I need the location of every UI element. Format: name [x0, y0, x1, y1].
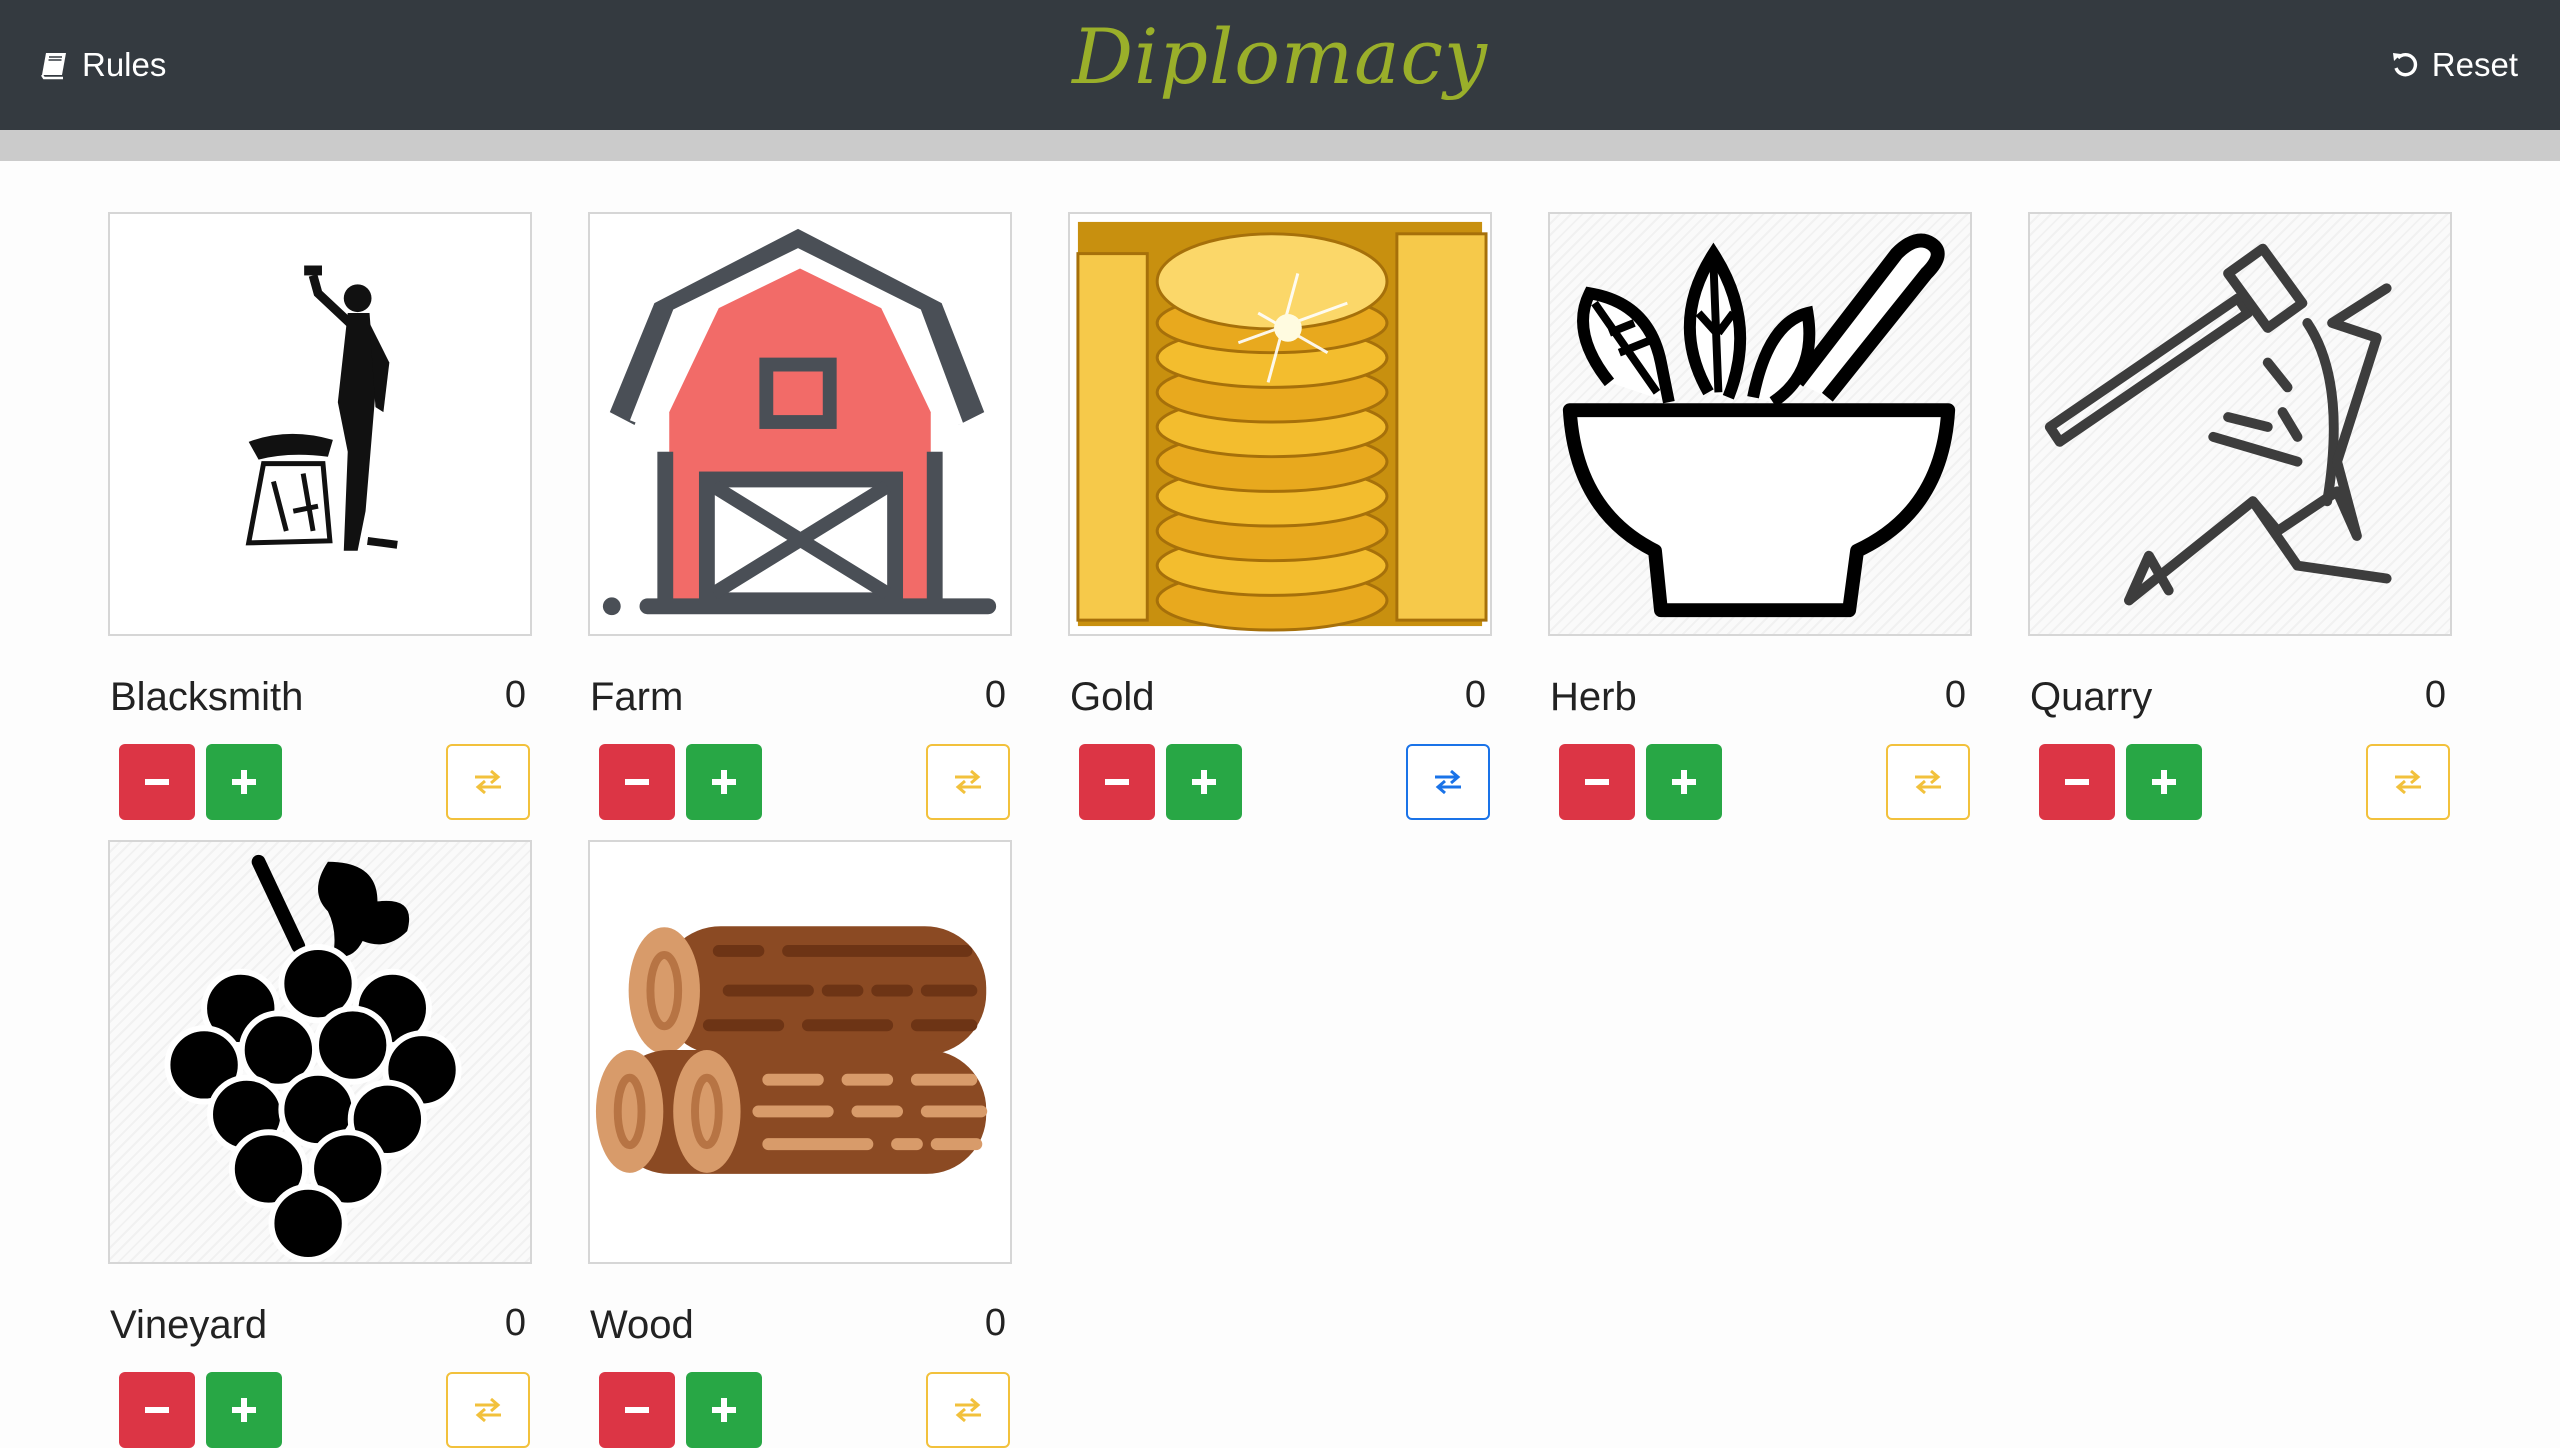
resource-image — [588, 840, 1012, 1264]
resource-count: 0 — [984, 1302, 1006, 1344]
resource-name: Herb — [1550, 675, 1637, 719]
exchange-arrows-icon — [1915, 769, 1941, 795]
minus-icon — [1105, 779, 1129, 785]
increment-button[interactable] — [2126, 744, 2202, 820]
resource-image — [588, 212, 1012, 636]
trade-button[interactable] — [2366, 744, 2450, 820]
plus-icon — [232, 770, 256, 794]
minus-icon — [625, 779, 649, 785]
exchange-arrows-icon — [955, 1397, 981, 1423]
undo-icon — [2392, 53, 2417, 77]
resource-name: Vineyard — [110, 1303, 268, 1347]
decrement-button[interactable] — [599, 1372, 675, 1448]
resource-name: Farm — [590, 675, 684, 719]
exchange-arrows-icon — [955, 769, 981, 795]
decrement-button[interactable] — [2039, 744, 2115, 820]
resource-count: 0 — [984, 674, 1006, 716]
reset-button[interactable]: Reset — [2390, 40, 2518, 90]
trade-button[interactable] — [1406, 744, 1490, 820]
minus-icon — [2065, 779, 2089, 785]
mortar-pestle-herbs-icon — [1562, 233, 1956, 618]
reset-label: Reset — [2431, 46, 2518, 83]
resource-image — [2028, 212, 2452, 636]
trade-button[interactable] — [446, 1372, 530, 1448]
increment-button[interactable] — [686, 1372, 762, 1448]
resource-image — [108, 840, 532, 1264]
plus-icon — [232, 1398, 256, 1422]
increment-button[interactable] — [1646, 744, 1722, 820]
barn-icon — [602, 228, 997, 616]
minus-icon — [1585, 779, 1609, 785]
plus-icon — [712, 770, 736, 794]
trade-button[interactable] — [446, 744, 530, 820]
resource-count: 0 — [504, 674, 526, 716]
resource-name: Quarry — [2030, 675, 2153, 719]
minus-icon — [145, 779, 169, 785]
plus-icon — [1192, 770, 1216, 794]
resource-count: 0 — [1944, 674, 1966, 716]
decrement-button[interactable] — [1559, 744, 1635, 820]
increment-button[interactable] — [206, 744, 282, 820]
resource-count: 0 — [504, 1302, 526, 1344]
trade-button[interactable] — [926, 1372, 1010, 1448]
resource-image — [108, 212, 532, 636]
resource-name: Wood — [590, 1303, 694, 1347]
decrement-button[interactable] — [1079, 744, 1155, 820]
increment-button[interactable] — [686, 744, 762, 820]
pickaxe-rock-icon — [2044, 243, 2392, 606]
resource-image — [1068, 212, 1492, 636]
top-navbar: Rules Diplomacy Reset — [0, 0, 2560, 130]
brand-title: Diplomacy — [1072, 12, 1488, 101]
logs-icon — [595, 926, 988, 1174]
decrement-button[interactable] — [599, 744, 675, 820]
exchange-arrows-icon — [475, 769, 501, 795]
grapes-icon — [164, 854, 462, 1262]
plus-icon — [712, 1398, 736, 1422]
trade-button[interactable] — [926, 744, 1010, 820]
decrement-button[interactable] — [119, 744, 195, 820]
exchange-arrows-icon — [1435, 769, 1461, 795]
blacksmith-icon — [245, 265, 398, 551]
resource-count: 0 — [2424, 674, 2446, 716]
resource-name: Gold — [1070, 675, 1155, 719]
resource-name: Blacksmith — [110, 675, 304, 719]
resource-image — [1548, 212, 1972, 636]
plus-icon — [2152, 770, 2176, 794]
minus-icon — [625, 1407, 649, 1413]
resource-count: 0 — [1464, 674, 1486, 716]
minus-icon — [145, 1407, 169, 1413]
gold-coins-icon — [1070, 214, 1490, 634]
plus-icon — [1672, 770, 1696, 794]
trade-button[interactable] — [1886, 744, 1970, 820]
decrement-button[interactable] — [119, 1372, 195, 1448]
increment-button[interactable] — [206, 1372, 282, 1448]
exchange-arrows-icon — [2395, 769, 2421, 795]
exchange-arrows-icon — [475, 1397, 501, 1423]
sub-header-bar — [0, 130, 2560, 161]
increment-button[interactable] — [1166, 744, 1242, 820]
